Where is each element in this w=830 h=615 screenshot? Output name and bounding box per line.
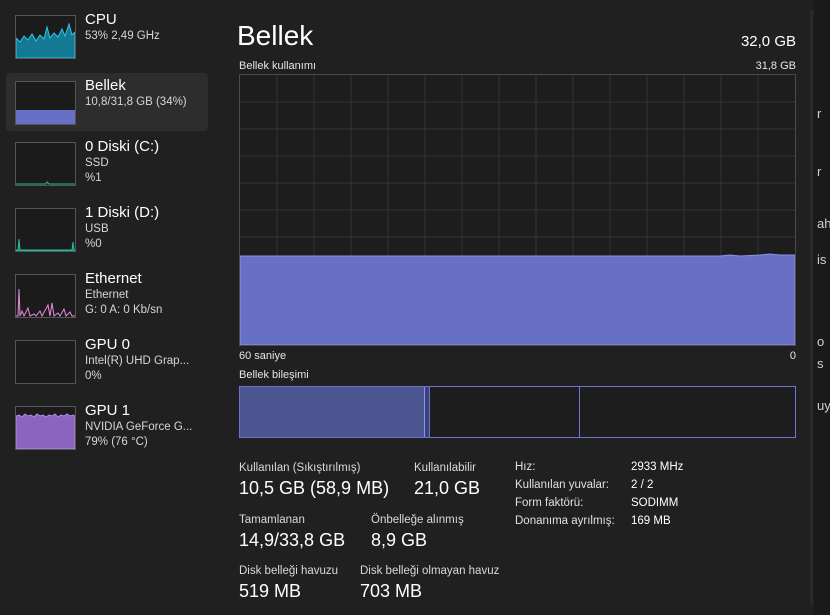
cpu-thumbnail-graph (15, 15, 76, 59)
sidebar: CPU 53% 2,49 GHz Bellek 10,8/31,8 GB (34… (0, 0, 216, 615)
sidebar-item-cpu[interactable]: CPU 53% 2,49 GHz (6, 7, 208, 65)
scrollbar[interactable] (810, 10, 813, 605)
page-title: Bellek (237, 20, 314, 51)
edge-text-fragment: is (817, 252, 827, 267)
sidebar-item-title: 0 Diski (C:) (85, 138, 160, 155)
sidebar-item-title: CPU (85, 11, 117, 28)
stat-paged-pool: Disk belleği havuzu 519 MB (239, 565, 338, 602)
property-key: Hız: (515, 461, 536, 473)
sidebar-item-gpu-1[interactable]: GPU 1 NVIDIA GeForce G... 79% (76 °C) (6, 398, 208, 458)
sidebar-item-sub: 53% 2,49 GHz (85, 30, 160, 42)
stat-label: Disk belleği olmayan havuz (360, 565, 500, 577)
sidebar-item-title: Bellek (85, 77, 126, 94)
stat-label: Önbelleğe alınmış (371, 514, 464, 526)
stat-available: Kullanılabilir 21,0 GB (414, 462, 480, 499)
sidebar-item-disk-c[interactable]: 0 Diski (C:) SSD %1 (6, 134, 208, 194)
stat-cached: Önbelleğe alınmış 8,9 GB (371, 514, 464, 551)
memory-usage-label: Bellek kullanımı (239, 60, 317, 72)
composition-in-use (240, 387, 424, 437)
disk-c-thumbnail-graph (15, 142, 76, 186)
memory-composition-label: Bellek bileşimi (239, 369, 309, 381)
sidebar-item-title: GPU 0 (85, 336, 131, 353)
stat-label: Tamamlanan (239, 514, 305, 526)
adjacent-window-edge: r r ah is o s uy (814, 0, 830, 615)
property-value: 2 / 2 (631, 479, 654, 491)
total-memory: 32,0 GB (740, 33, 796, 50)
gpu-1-thumbnail-graph (15, 406, 76, 450)
sidebar-item-memory[interactable]: Bellek 10,8/31,8 GB (34%) (6, 73, 208, 131)
sidebar-item-sub: Ethernet (85, 289, 129, 301)
sidebar-item-sub: Intel(R) UHD Grap... (85, 355, 190, 367)
stat-label: Kullanılan (Sıkıştırılmış) (239, 462, 361, 474)
memory-detail-panel: Bellek 32,0 GB Bellek kullanımı 31,8 GB (216, 0, 814, 615)
stat-label: Kullanılabilir (414, 462, 477, 474)
edge-text-fragment: r (817, 106, 822, 121)
edge-text-fragment: uy (817, 398, 830, 413)
sidebar-item-sub: 10,8/31,8 GB (34%) (85, 96, 187, 108)
composition-divider (429, 387, 430, 437)
sidebar-item-sub: %1 (85, 172, 102, 184)
memory-usage-area (240, 253, 795, 345)
property-value: SODIMM (631, 497, 679, 509)
ethernet-thumbnail-graph (15, 274, 76, 318)
stat-value: 21,0 GB (414, 478, 481, 498)
memory-usage-graph-svg (240, 75, 795, 345)
memory-composition-bar (239, 386, 796, 438)
sidebar-item-sub: G: 0 A: 0 Kb/sn (85, 304, 163, 316)
stat-value: 14,9/33,8 GB (239, 530, 346, 550)
stat-label: Disk belleği havuzu (239, 565, 339, 577)
graph-time-left: 60 saniye (239, 350, 287, 362)
memory-usage-max: 31,8 GB (755, 60, 796, 72)
property-key: Kullanılan yuvalar: (515, 479, 609, 491)
stat-nonpaged-pool: Disk belleği olmayan havuz 703 MB (360, 565, 499, 602)
stat-value: 519 MB (239, 581, 302, 601)
sidebar-item-title: GPU 1 (85, 402, 131, 419)
sidebar-item-sub: NVIDIA GeForce G... (85, 421, 193, 433)
stat-value: 10,5 GB (58,9 MB) (239, 478, 390, 498)
sidebar-item-sub: %0 (85, 238, 102, 250)
property-value: 2933 MHz (631, 461, 684, 473)
memory-usage-graph (239, 74, 796, 346)
stat-in-use: Kullanılan (Sıkıştırılmış) 10,5 GB (58,9… (239, 462, 389, 499)
stat-value: 703 MB (360, 581, 423, 601)
sidebar-item-title: Ethernet (85, 270, 142, 287)
sidebar-item-ethernet[interactable]: Ethernet Ethernet G: 0 A: 0 Kb/sn (6, 266, 208, 326)
stat-committed: Tamamlanan 14,9/33,8 GB (239, 514, 345, 551)
sidebar-item-sub: 79% (76 °C) (85, 436, 148, 448)
sidebar-item-sub: 0% (85, 370, 102, 382)
composition-divider (579, 387, 580, 437)
sidebar-item-sub: SSD (85, 157, 109, 169)
sidebar-item-sub: USB (85, 223, 109, 235)
edge-text-fragment: s (817, 356, 824, 371)
edge-text-fragment: ah (817, 216, 830, 231)
property-key: Form faktörü: (515, 497, 584, 509)
disk-d-thumbnail-graph (15, 208, 76, 252)
gpu-0-thumbnail-graph (15, 340, 76, 384)
stat-value: 8,9 GB (371, 530, 428, 550)
sidebar-item-disk-d[interactable]: 1 Diski (D:) USB %0 (6, 200, 208, 260)
graph-time-right: 0 (789, 350, 796, 362)
memory-thumbnail-graph (15, 81, 76, 125)
edge-text-fragment: r (817, 164, 822, 179)
sidebar-item-gpu-0[interactable]: GPU 0 Intel(R) UHD Grap... 0% (6, 332, 208, 392)
edge-text-fragment: o (817, 334, 825, 349)
property-key: Donanıma ayrılmış: (515, 515, 615, 527)
property-value: 169 MB (631, 515, 671, 527)
sidebar-item-title: 1 Diski (D:) (85, 204, 160, 221)
